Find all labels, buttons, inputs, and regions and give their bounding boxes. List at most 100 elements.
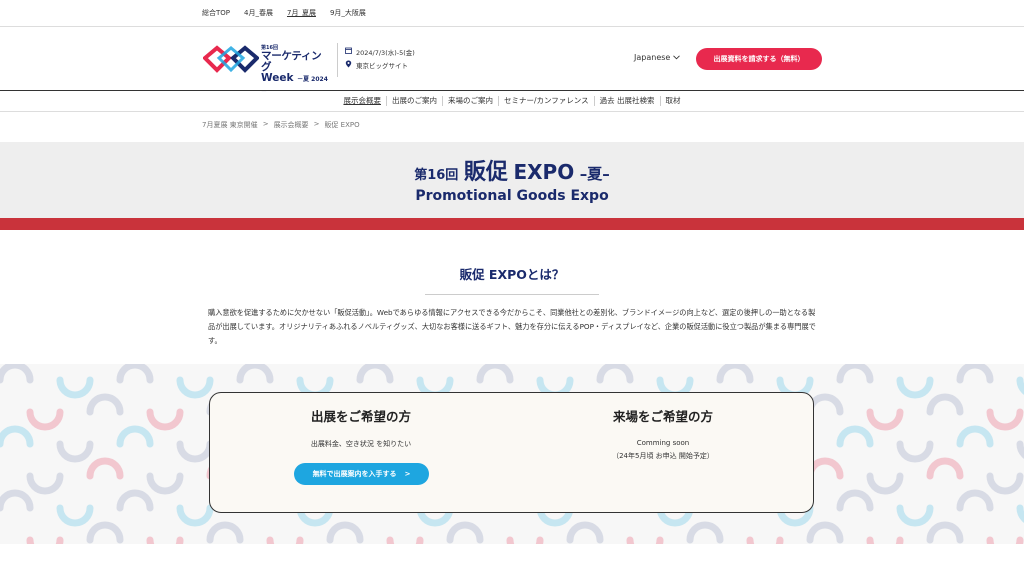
breadcrumb-separator: > <box>313 120 320 128</box>
get-exhibit-info-label: 無料で出展案内を入手する <box>312 470 397 478</box>
marketing-week-logo[interactable]: 第16回 マーケティング Week －夏 2024－ <box>203 44 333 95</box>
pattern-wave <box>176 504 214 527</box>
hero-title-jp: 販促 <box>463 160 508 185</box>
visit-coming-soon: Comming soon <box>636 439 690 447</box>
pattern-wave <box>116 489 154 512</box>
pattern-wave <box>176 440 214 463</box>
pattern-wave <box>206 521 244 544</box>
nav-item-past-exhibitors[interactable]: 過去 出展社検索 <box>593 96 660 106</box>
pattern-wave <box>866 408 904 431</box>
pattern-wave <box>926 393 964 416</box>
hero-edition: 第16回 <box>414 168 459 183</box>
pattern-wave <box>386 536 424 544</box>
pattern-wave <box>566 521 604 544</box>
pattern-wave <box>926 521 964 544</box>
pattern-wave <box>986 408 1024 431</box>
pattern-wave <box>506 536 544 544</box>
event-venue-row: 東京ビッグサイト <box>344 58 415 71</box>
breadcrumb-item-current: 販促 EXPO <box>324 121 360 129</box>
pattern-wave <box>896 440 934 463</box>
event-venue: 東京ビッグサイト <box>356 61 408 70</box>
nav-item-seminar[interactable]: セミナー/カンファレンス <box>497 96 594 106</box>
nav-item-overview[interactable]: 展示会概要 <box>338 96 386 106</box>
about-title: 販促 EXPOとは？ <box>459 267 565 282</box>
pattern-wave <box>806 393 844 416</box>
visit-column: 来場をご希望の方 Comming soon （24年5月頃 お申込 開始予定） <box>512 393 814 461</box>
pattern-wave <box>116 425 154 448</box>
location-pin-icon <box>344 60 352 70</box>
pattern-wave <box>476 364 514 384</box>
pattern-wave <box>836 489 874 512</box>
visit-schedule-note: （24年5月頃 お申込 開始予定） <box>612 452 714 460</box>
pattern-wave <box>116 364 154 384</box>
language-label: Japanese <box>634 53 671 62</box>
pattern-wave <box>956 425 994 448</box>
top-utility-nav: 総合TOP 4月_春展 7月_夏展 9月_大阪展 <box>0 0 1024 27</box>
pattern-wave <box>896 504 934 527</box>
nav-item-visit[interactable]: 来場のご案内 <box>441 96 498 106</box>
pattern-wave <box>356 364 394 384</box>
pattern-wave <box>866 536 904 544</box>
pattern-wave <box>446 521 484 544</box>
pattern-wave <box>1016 376 1024 395</box>
pattern-wave <box>176 376 214 399</box>
pattern-wave <box>716 364 754 384</box>
exhibit-description: 出展料金、空き状況 を知りたい <box>310 440 412 448</box>
chevron-down-icon <box>673 53 680 62</box>
pattern-wave <box>326 521 364 544</box>
breadcrumb-item-overview[interactable]: 展示会概要 <box>274 120 309 130</box>
pattern-wave <box>266 536 304 544</box>
pattern-wave <box>146 472 184 495</box>
pattern-wave <box>746 536 784 544</box>
hero-title: 第16回 販促 EXPO –夏– <box>0 154 1024 186</box>
breadcrumb-separator: > <box>262 120 269 128</box>
breadcrumb-item-summer-tokyo[interactable]: 7月夏展 東京開催 <box>202 120 258 130</box>
event-info: 2024/7/3(水)-5(金) 東京ビッグサイト <box>344 45 415 71</box>
pattern-wave <box>986 536 1024 544</box>
pattern-wave <box>686 521 724 544</box>
logo-title-line1: マーケティング <box>261 50 322 73</box>
hero-banner: 第16回 販促 EXPO –夏– Promotional Goods Expo <box>0 142 1024 218</box>
top-nav-link-osaka[interactable]: 9月_大阪展 <box>330 8 366 18</box>
pattern-wave <box>956 364 994 384</box>
pattern-wave <box>0 489 34 512</box>
hero-title-en: EXPO <box>513 160 575 184</box>
main-nav: 展示会概要 出展のご案内 来場のご案内 セミナー/カンファレンス 過去 出展社検… <box>0 90 1024 112</box>
pattern-wave <box>26 536 64 544</box>
visit-title: 来場をご希望の方 <box>612 409 713 424</box>
pattern-wave <box>146 408 184 431</box>
request-materials-button[interactable]: 出展資料を請求する（無料） <box>696 48 822 70</box>
pattern-wave <box>236 364 274 384</box>
top-nav-link-spring[interactable]: 4月_春展 <box>244 8 273 18</box>
pattern-wave <box>806 521 844 544</box>
breadcrumb: 7月夏展 東京開催 > 展示会概要 > 販促 EXPO <box>202 120 360 130</box>
event-date-row: 2024/7/3(水)-5(金) <box>344 45 415 58</box>
pattern-wave <box>1016 440 1024 459</box>
pattern-wave <box>896 376 934 399</box>
header-divider <box>337 43 338 77</box>
top-nav-link-summer[interactable]: 7月_夏展 <box>287 8 316 18</box>
top-nav-links: 総合TOP 4月_春展 7月_夏展 9月_大阪展 <box>202 8 366 18</box>
pattern-wave <box>596 364 634 384</box>
hero-season: –夏– <box>579 165 610 183</box>
get-exhibit-info-button[interactable]: 無料で出展案内を入手する > <box>294 463 429 485</box>
nav-item-exhibit[interactable]: 出展のご案内 <box>385 96 442 106</box>
nav-item-press[interactable]: 取材 <box>659 96 686 106</box>
pattern-wave <box>26 472 64 495</box>
about-divider <box>425 294 599 295</box>
exhibit-column: 出展をご希望の方 出展料金、空き状況 を知りたい 無料で出展案内を入手する > <box>210 393 512 485</box>
pattern-wave <box>56 504 94 527</box>
pattern-wave <box>56 440 94 463</box>
pattern-wave <box>86 457 124 480</box>
top-nav-link-top[interactable]: 総合TOP <box>202 8 230 18</box>
language-selector[interactable]: Japanese <box>634 53 680 62</box>
pattern-wave <box>626 536 664 544</box>
pattern-wave <box>1016 504 1024 523</box>
pattern-wave <box>86 521 124 544</box>
logo-mark-icon <box>203 45 259 73</box>
pattern-wave <box>26 408 64 431</box>
site-header: 第16回 マーケティング Week －夏 2024－ 2024/7/3(水)-5… <box>0 27 1024 95</box>
main-nav-items: 展示会概要 出展のご案内 来場のご案内 セミナー/カンファレンス 過去 出展社検… <box>0 91 1024 111</box>
pattern-wave <box>986 472 1024 495</box>
chevron-right-icon: > <box>404 470 411 478</box>
